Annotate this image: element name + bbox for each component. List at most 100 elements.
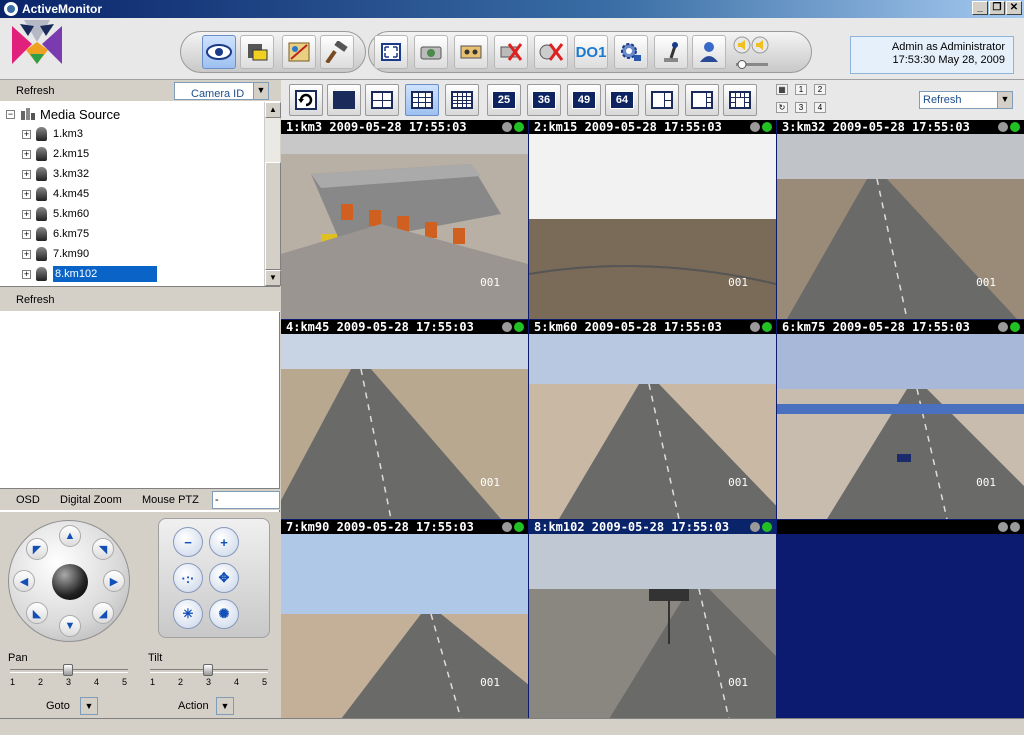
video-tile[interactable]: 7:km90 2009-05-28 17:55:03 001 [281, 520, 528, 719]
arrow-right-icon[interactable]: ▶ [103, 570, 125, 592]
camera-tree-item[interactable]: +2.km15 [22, 144, 89, 164]
video-tile[interactable]: 8:km102 2009-05-28 17:55:03 001 [529, 520, 776, 719]
mini-layout-2[interactable]: 2 [814, 84, 826, 95]
video-tile[interactable]: 2:km15 2009-05-28 17:55:03 001 [529, 120, 776, 319]
info-refresh-button[interactable]: Refresh [16, 294, 55, 306]
live-view-eye-icon[interactable] [202, 35, 236, 69]
focus-far-icon[interactable]: ✥ [209, 563, 239, 593]
expand-icon[interactable]: + [22, 149, 31, 159]
layout-64-button[interactable]: 64 [605, 84, 639, 116]
layout-36-button[interactable]: 36 [527, 84, 561, 116]
iris-close-icon[interactable]: ✳ [173, 599, 203, 629]
source-refresh-button[interactable]: Refresh [16, 85, 55, 97]
layout-1-button[interactable] [327, 84, 361, 116]
status-led-icon[interactable] [514, 122, 524, 132]
zoom-in-icon[interactable]: + [209, 527, 239, 557]
status-led-icon[interactable] [762, 122, 772, 132]
expand-icon[interactable]: + [22, 249, 31, 259]
pause-icon[interactable] [750, 122, 760, 132]
expand-icon[interactable]: + [22, 229, 31, 239]
camera-tree-item[interactable]: +3.km32 [22, 164, 89, 184]
status-led-icon[interactable] [762, 522, 772, 532]
minimize-button[interactable]: _ [972, 1, 988, 15]
camera-tree-item[interactable]: +7.km90 [22, 244, 89, 264]
expand-icon[interactable]: + [22, 129, 31, 139]
zoom-out-icon[interactable]: − [173, 527, 203, 557]
empty-video-slot[interactable] [777, 534, 1024, 719]
layout-16-button[interactable] [445, 84, 479, 116]
mini-layout-1[interactable]: 1 [795, 84, 807, 95]
tools-hammer-icon[interactable] [320, 35, 354, 69]
expand-icon[interactable]: + [22, 189, 31, 199]
arrow-down-icon[interactable]: ▼ [59, 615, 81, 637]
status-led-icon[interactable] [514, 522, 524, 532]
camera-tree-item[interactable]: +4.km45 [22, 184, 89, 204]
tab-mouse-ptz[interactable]: Mouse PTZ [142, 494, 199, 506]
video-feed[interactable]: 001 [529, 534, 776, 719]
pause-icon[interactable] [502, 122, 512, 132]
scroll-down-icon[interactable]: ▼ [265, 270, 281, 286]
video-feed[interactable]: 001 [777, 334, 1024, 519]
expand-icon[interactable]: + [22, 269, 31, 279]
mini-layout-3[interactable]: 3 [795, 102, 807, 113]
focus-near-icon[interactable]: ·:· [173, 563, 203, 593]
disconnect-icon[interactable] [534, 35, 568, 69]
speaker-volume-icon[interactable] [732, 35, 772, 71]
scroll-thumb[interactable] [265, 162, 281, 270]
pause-icon[interactable] [998, 522, 1008, 532]
mini-layout-cycle-icon[interactable]: ↻ [776, 102, 788, 113]
status-led-icon[interactable] [762, 322, 772, 332]
record-tape-icon[interactable] [454, 35, 488, 69]
status-led-icon[interactable] [1010, 122, 1020, 132]
arrow-up-left-icon[interactable]: ◤ [26, 538, 48, 560]
chevron-down-icon[interactable]: ▼ [997, 92, 1012, 108]
pan-slider-knob[interactable] [63, 664, 73, 676]
camera-tree-item[interactable]: +8.km102 [22, 264, 158, 284]
video-tile[interactable]: 1:km3 2009-05-28 17:55:03 001 [281, 120, 528, 319]
goto-select[interactable]: ▼ [80, 697, 98, 715]
ptz-direction-pad[interactable]: ▲ ▼ ◀ ▶ ◤ ◥ ◣ ◢ [8, 520, 130, 642]
mouse-ptz-field[interactable]: - [212, 491, 280, 509]
pause-icon[interactable] [998, 322, 1008, 332]
video-feed[interactable]: 001 [281, 134, 528, 319]
video-tile[interactable] [777, 520, 1024, 719]
layout-8-button[interactable] [685, 84, 719, 116]
pause-icon[interactable] [502, 322, 512, 332]
scroll-up-icon[interactable]: ▲ [265, 102, 281, 118]
expand-icon[interactable]: + [22, 209, 31, 219]
tab-osd[interactable]: OSD [16, 494, 40, 506]
pause-icon[interactable] [750, 322, 760, 332]
snapshot-camera-icon[interactable] [414, 35, 448, 69]
fullscreen-icon[interactable] [374, 35, 408, 69]
arrow-down-right-icon[interactable]: ◢ [92, 602, 114, 624]
video-tile[interactable]: 5:km60 2009-05-28 17:55:03 001 [529, 320, 776, 519]
pause-icon[interactable] [998, 122, 1008, 132]
video-feed[interactable]: 001 [529, 134, 776, 319]
cycle-layout-button[interactable] [289, 84, 323, 116]
arrow-down-left-icon[interactable]: ◣ [26, 602, 48, 624]
tree-scrollbar[interactable]: ▲ ▼ [264, 102, 281, 286]
layout-13-button[interactable] [723, 84, 757, 116]
joystick-center-icon[interactable] [52, 564, 88, 600]
collapse-icon[interactable]: − [6, 109, 15, 119]
ptz-joystick-icon[interactable] [654, 35, 688, 69]
maximize-button[interactable]: ❐ [989, 1, 1005, 15]
camera-tree-item[interactable]: +1.km3 [22, 124, 83, 144]
video-tile[interactable]: 4:km45 2009-05-28 17:55:03 001 [281, 320, 528, 519]
status-led-icon[interactable] [1010, 322, 1020, 332]
iris-open-icon[interactable]: ✺ [209, 599, 239, 629]
chevron-down-icon[interactable]: ▼ [253, 83, 268, 99]
camera-tree-item[interactable]: +5.km60 [22, 204, 89, 224]
pause-icon[interactable] [502, 522, 512, 532]
layout-9-button[interactable] [405, 84, 439, 116]
layout-6-button[interactable] [645, 84, 679, 116]
video-refresh-select[interactable]: Refresh ▼ [919, 91, 1013, 109]
expand-icon[interactable]: + [22, 169, 31, 179]
video-tile[interactable]: 6:km75 2009-05-28 17:55:03 001 [777, 320, 1024, 519]
mini-layout-grid-icon[interactable]: ▦ [776, 84, 788, 95]
arrow-up-right-icon[interactable]: ◥ [92, 538, 114, 560]
settings-gear-icon[interactable] [614, 35, 648, 69]
video-feed[interactable]: 001 [777, 134, 1024, 319]
tree-root[interactable]: − Media Source [6, 104, 120, 124]
arrow-up-icon[interactable]: ▲ [59, 525, 81, 547]
